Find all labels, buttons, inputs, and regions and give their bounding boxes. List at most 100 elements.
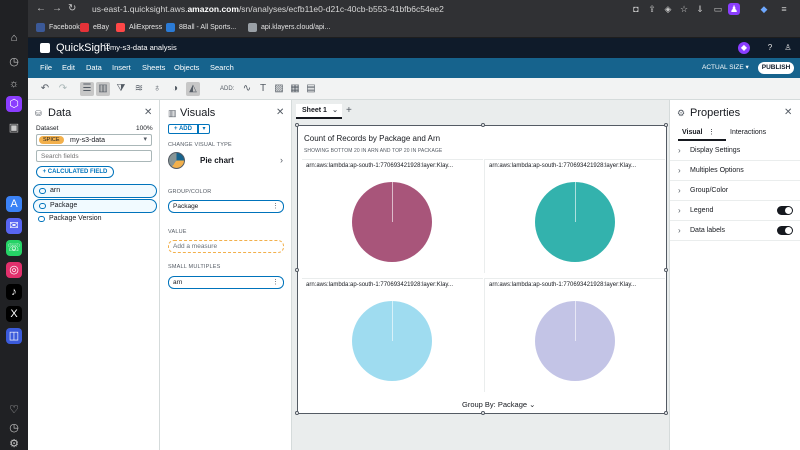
bookmark-klayers[interactable]: api.klayers.cloud/api...	[248, 22, 330, 34]
text-icon[interactable]: T	[256, 82, 270, 96]
forward-icon[interactable]: →	[52, 2, 62, 16]
pie-chart-visual[interactable]: Count of Records by Package and Arn SHOW…	[295, 123, 668, 415]
data-labels-toggle[interactable]	[777, 226, 793, 235]
dataset-select[interactable]: SPICE my-s3-data ▾	[36, 134, 152, 146]
history-icon[interactable]: ◷	[6, 54, 22, 70]
section-legend[interactable]: › Legend	[670, 201, 800, 221]
camera-icon[interactable]: ◘	[630, 3, 642, 15]
menu-data[interactable]: Data	[86, 63, 102, 73]
calculated-field-button[interactable]: + CALCULATED FIELD	[36, 166, 114, 178]
more-options-icon[interactable]: ⋮	[272, 277, 279, 288]
home-icon[interactable]: ⌂	[6, 30, 22, 46]
resize-handle[interactable]	[481, 123, 485, 127]
app-store-icon[interactable]: A	[6, 196, 22, 212]
pie-slice[interactable]	[535, 301, 615, 381]
analysis-name[interactable]: my-s3-data analysis	[110, 43, 177, 53]
ai-icon[interactable]: ◆	[758, 3, 770, 15]
actual-size-dropdown[interactable]: ACTUAL SIZE ▾	[702, 63, 749, 73]
group-color-field[interactable]: Package ⋮	[168, 200, 284, 213]
section-multiples-options[interactable]: › Multiples Options	[670, 161, 800, 181]
tab-visual[interactable]: Visual	[682, 128, 703, 138]
resize-handle[interactable]	[295, 411, 299, 415]
address-bar[interactable]: us-east-1.quicksight.aws.amazon.com/sn/a…	[92, 2, 444, 16]
table-icon[interactable]: ▦	[288, 82, 302, 96]
bookmark-8ball[interactable]: 8Ball - All Sports...	[166, 22, 236, 34]
resize-handle[interactable]	[664, 123, 668, 127]
search-fields-input[interactable]	[36, 150, 152, 162]
reload-icon[interactable]: ↻	[68, 2, 76, 16]
chart-icon[interactable]: ◭	[186, 82, 200, 96]
add-visual-dropdown[interactable]: ▾	[198, 124, 210, 134]
menu-icon[interactable]: ≡	[778, 3, 790, 15]
x-icon[interactable]: X	[6, 306, 22, 322]
pie-slice[interactable]	[352, 182, 432, 262]
insights-icon[interactable]: ♁	[150, 82, 164, 96]
data-pane-icon[interactable]: ☰	[80, 82, 94, 96]
bookmark-facebook[interactable]: Facebook	[36, 22, 80, 34]
undo-icon[interactable]: ↶	[38, 82, 52, 96]
value-field-well[interactable]: Add a measure	[168, 240, 284, 253]
redo-icon[interactable]: ↷	[56, 82, 70, 96]
profile-icon[interactable]: ♟	[728, 3, 740, 15]
section-data-labels[interactable]: › Data labels	[670, 221, 800, 241]
app-icon[interactable]: ◫	[6, 328, 22, 344]
whatsapp-icon[interactable]: ☏	[6, 240, 22, 256]
filter-icon[interactable]: ⧩	[114, 82, 128, 96]
add-visual-button[interactable]: + ADD	[168, 124, 198, 134]
more-options-icon[interactable]: ⋮	[272, 201, 279, 212]
close-icon[interactable]: ✕	[144, 106, 152, 120]
settings-icon[interactable]: ⚙	[6, 436, 22, 450]
group-by-dropdown[interactable]: Group By: Package ⌄	[462, 400, 535, 410]
close-icon[interactable]: ✕	[784, 106, 792, 120]
visual-type-selector[interactable]: Pie chart ›	[168, 152, 288, 170]
share-icon[interactable]: ⇪	[646, 3, 658, 15]
resize-handle[interactable]	[481, 411, 485, 415]
field-arn[interactable]: arn	[33, 184, 157, 198]
small-multiples-field[interactable]: arn ⋮	[168, 276, 284, 289]
field-package[interactable]: Package	[33, 199, 157, 213]
bookmark-aliexpress[interactable]: AliExpress	[116, 22, 162, 34]
q-icon[interactable]: ◆	[738, 42, 750, 54]
menu-objects[interactable]: Objects	[174, 63, 199, 73]
section-display-settings[interactable]: › Display Settings	[670, 141, 800, 161]
section-group-color[interactable]: › Group/Color	[670, 181, 800, 201]
publish-button[interactable]: PUBLISH	[758, 62, 794, 74]
visuals-pane-icon[interactable]: ▥	[96, 82, 110, 96]
help-icon[interactable]: ?	[764, 42, 776, 54]
legend-toggle[interactable]	[777, 206, 793, 215]
back-icon[interactable]: ←	[36, 2, 46, 16]
clock-icon[interactable]: ◷	[6, 420, 22, 436]
light-icon[interactable]: ☼	[6, 76, 22, 92]
extension-icon[interactable]: ⬡	[6, 96, 22, 112]
more-options-icon[interactable]: ⋮	[708, 128, 715, 138]
themes-icon[interactable]: ◑	[168, 82, 182, 96]
heart-icon[interactable]: ♡	[6, 402, 22, 418]
tab-sheet-1[interactable]: Sheet 1 ⌄	[296, 104, 342, 119]
menu-search[interactable]: Search	[210, 63, 234, 73]
chevron-down-icon[interactable]: ⌄	[332, 104, 338, 117]
resize-handle[interactable]	[295, 268, 299, 272]
instagram-icon[interactable]: ◎	[6, 262, 22, 278]
menu-file[interactable]: File	[40, 63, 52, 73]
tab-interactions[interactable]: Interactions	[730, 128, 766, 138]
close-icon[interactable]: ✕	[276, 106, 284, 120]
pie-slice[interactable]	[535, 182, 615, 262]
line-chart-icon[interactable]: ∿	[240, 82, 254, 96]
menu-edit[interactable]: Edit	[62, 63, 75, 73]
bookmark-ebay[interactable]: eBay	[80, 22, 109, 34]
pie-slice[interactable]	[352, 301, 432, 381]
wallet-icon[interactable]: ▭	[712, 3, 724, 15]
briefcase-icon[interactable]: ▣	[6, 120, 22, 136]
image-icon[interactable]: ▨	[272, 82, 286, 96]
messenger-icon[interactable]: ✉	[6, 218, 22, 234]
download-icon[interactable]: ⇓	[694, 3, 706, 15]
menu-insert[interactable]: Insert	[112, 63, 131, 73]
resize-handle[interactable]	[295, 123, 299, 127]
star-icon[interactable]: ☆	[678, 3, 690, 15]
parameters-icon[interactable]: ≋	[132, 82, 146, 96]
resize-handle[interactable]	[664, 411, 668, 415]
menu-sheets[interactable]: Sheets	[142, 63, 165, 73]
user-icon[interactable]: ♙	[782, 42, 794, 54]
shield-icon[interactable]: ◈	[662, 3, 674, 15]
add-sheet-icon[interactable]: +	[346, 105, 352, 117]
